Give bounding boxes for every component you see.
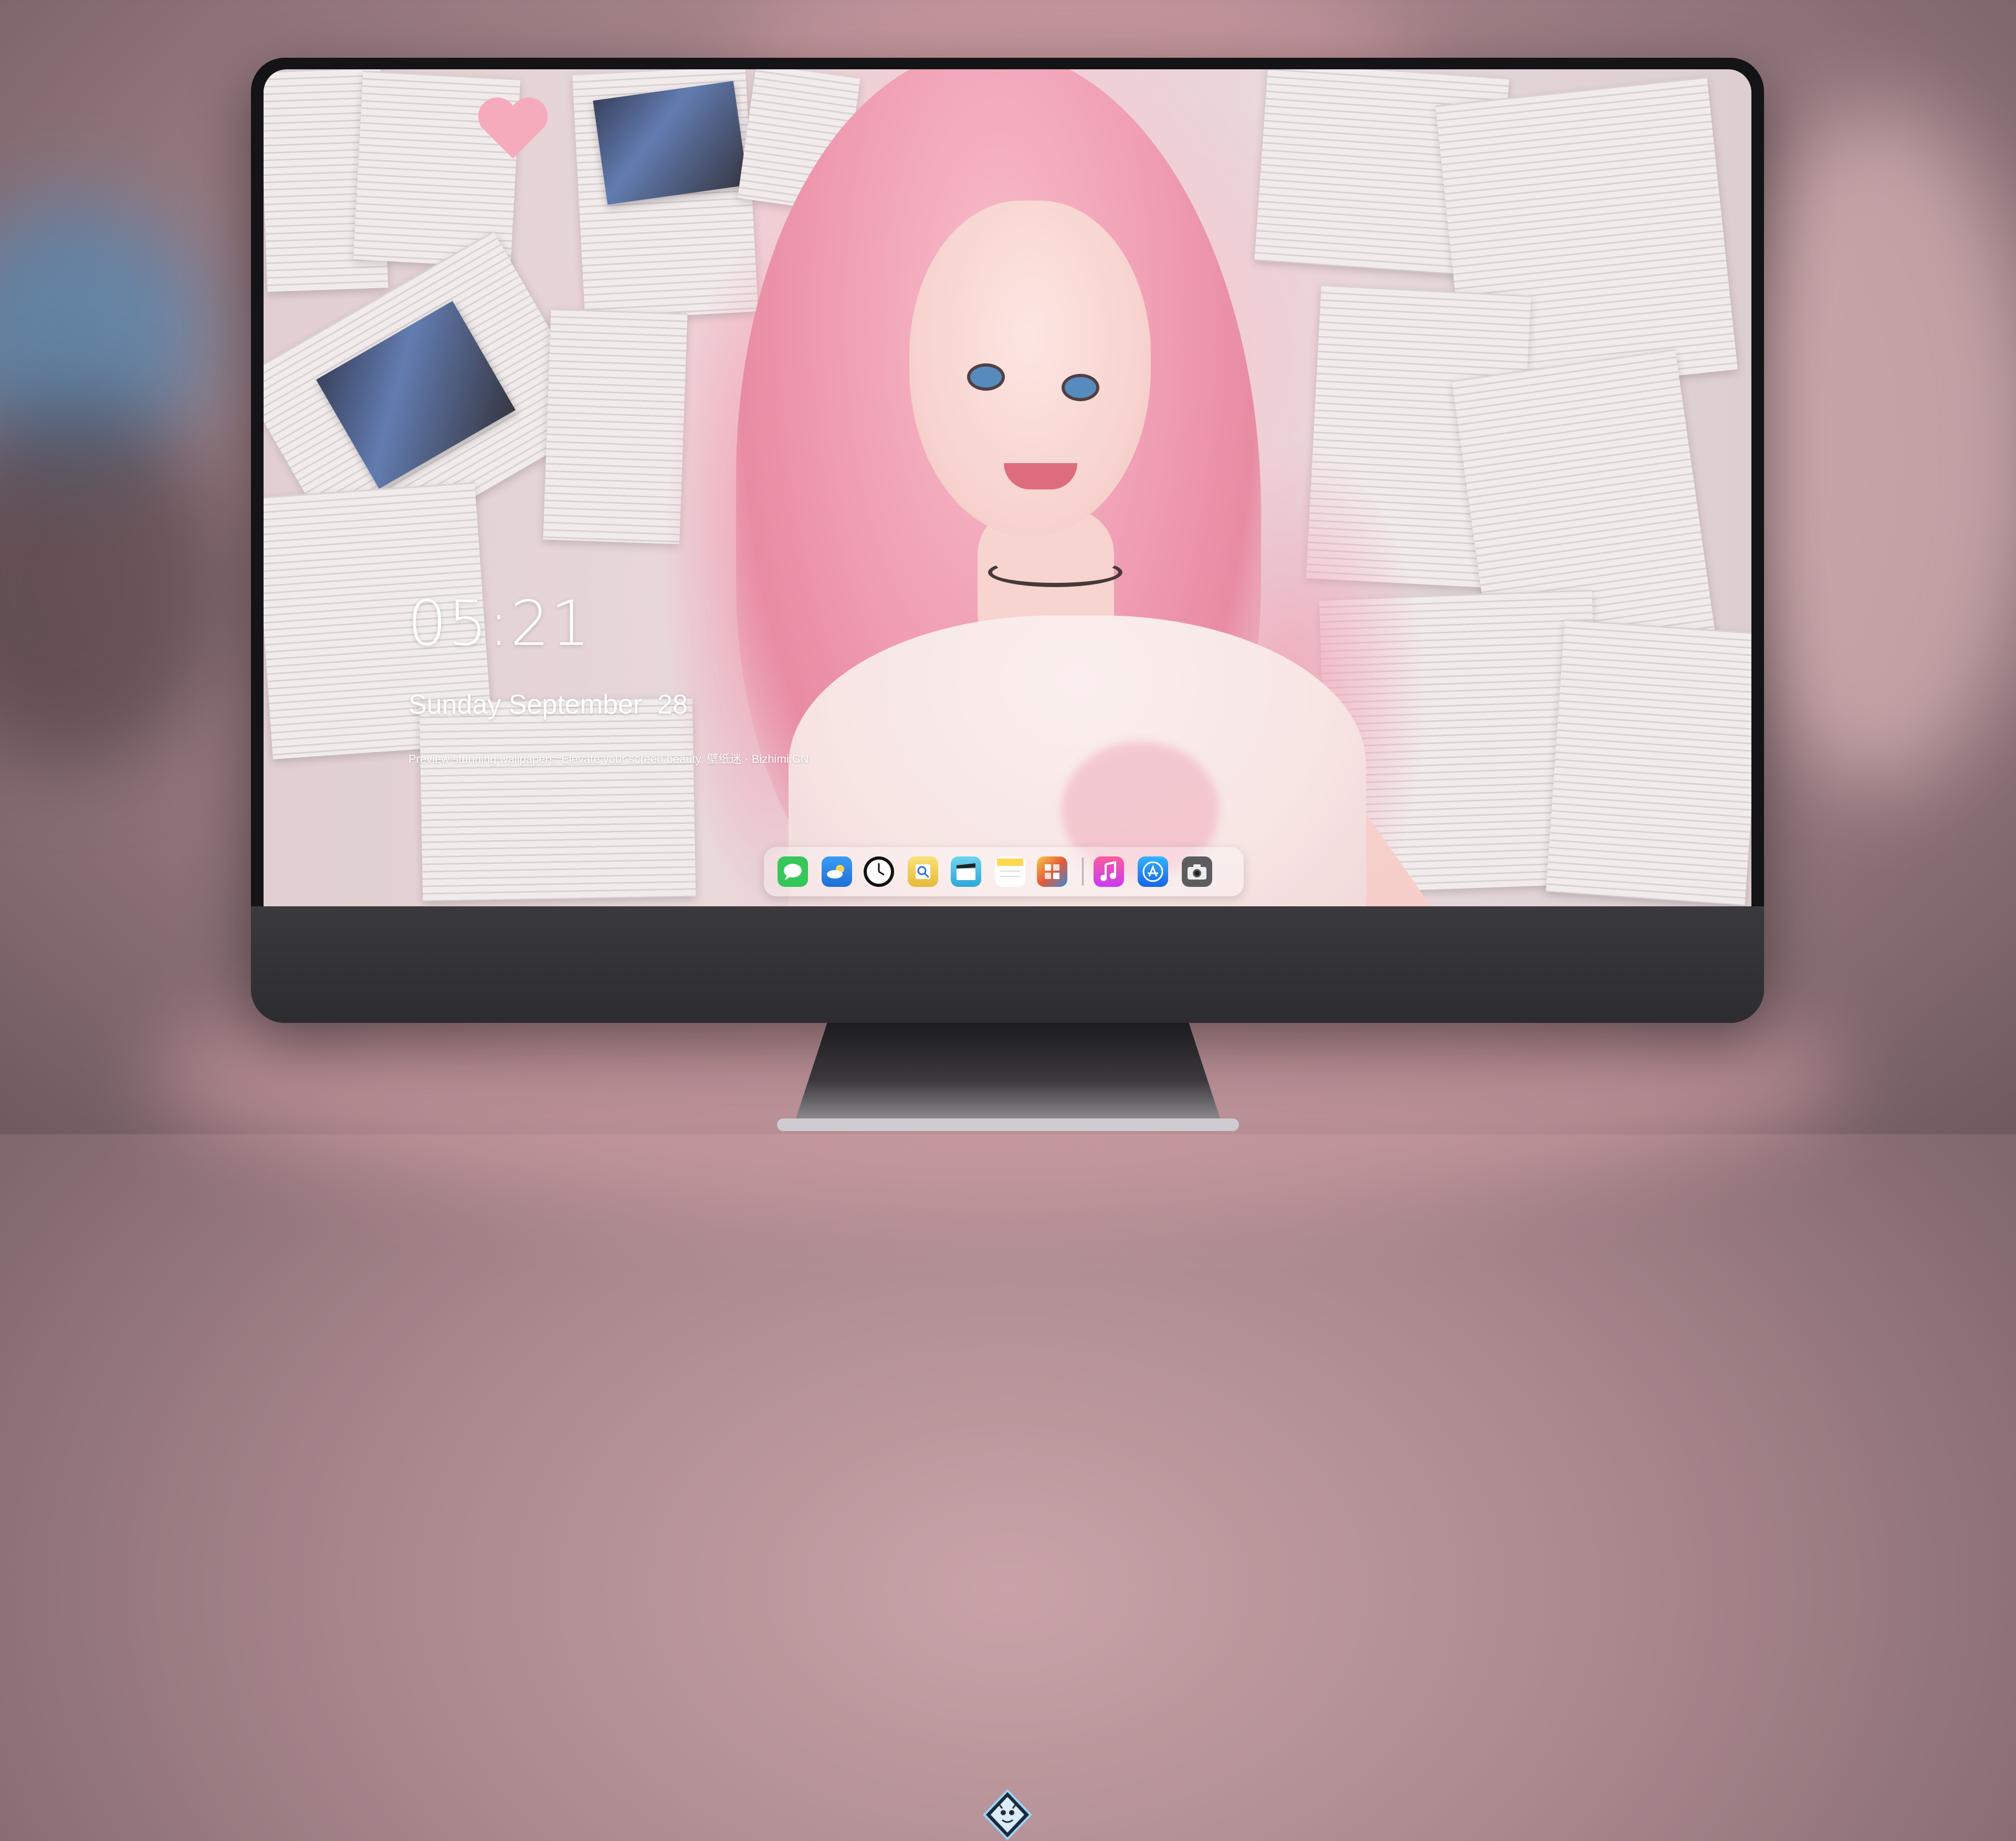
lockscreen-date: Sunday September 28 bbox=[408, 689, 688, 720]
notes-icon[interactable] bbox=[995, 856, 1025, 887]
camera-icon[interactable] bbox=[1182, 856, 1212, 887]
weather-icon[interactable] bbox=[822, 856, 852, 887]
dock-separator bbox=[1082, 857, 1084, 886]
screen: 05:21 Sunday September 28 Preview stunni… bbox=[264, 69, 1751, 906]
brand-logo bbox=[983, 1789, 1032, 1840]
preview-icon[interactable] bbox=[908, 856, 938, 887]
monitor-chin bbox=[251, 906, 1764, 1840]
music-icon[interactable] bbox=[1094, 856, 1124, 887]
clapper-icon[interactable] bbox=[951, 856, 981, 887]
monitor-stand bbox=[793, 1023, 1223, 1128]
dock bbox=[764, 847, 1244, 896]
backdrop-blob bbox=[0, 399, 231, 767]
lockscreen-tagline: Preview stunning wallpapers. Elevate you… bbox=[408, 752, 809, 766]
lockscreen-time: 05:21 bbox=[407, 587, 592, 660]
app-store-icon[interactable] bbox=[1138, 856, 1168, 887]
photo-booth-icon[interactable] bbox=[1037, 856, 1067, 887]
clock-icon[interactable] bbox=[864, 856, 894, 887]
messages-icon[interactable] bbox=[778, 856, 808, 887]
wallpaper-tint bbox=[264, 69, 1751, 906]
monitor: 05:21 Sunday September 28 Preview stunni… bbox=[251, 58, 1764, 1840]
monitor-stand-base bbox=[777, 1118, 1239, 1131]
backdrop-blob bbox=[1722, 105, 2016, 788]
